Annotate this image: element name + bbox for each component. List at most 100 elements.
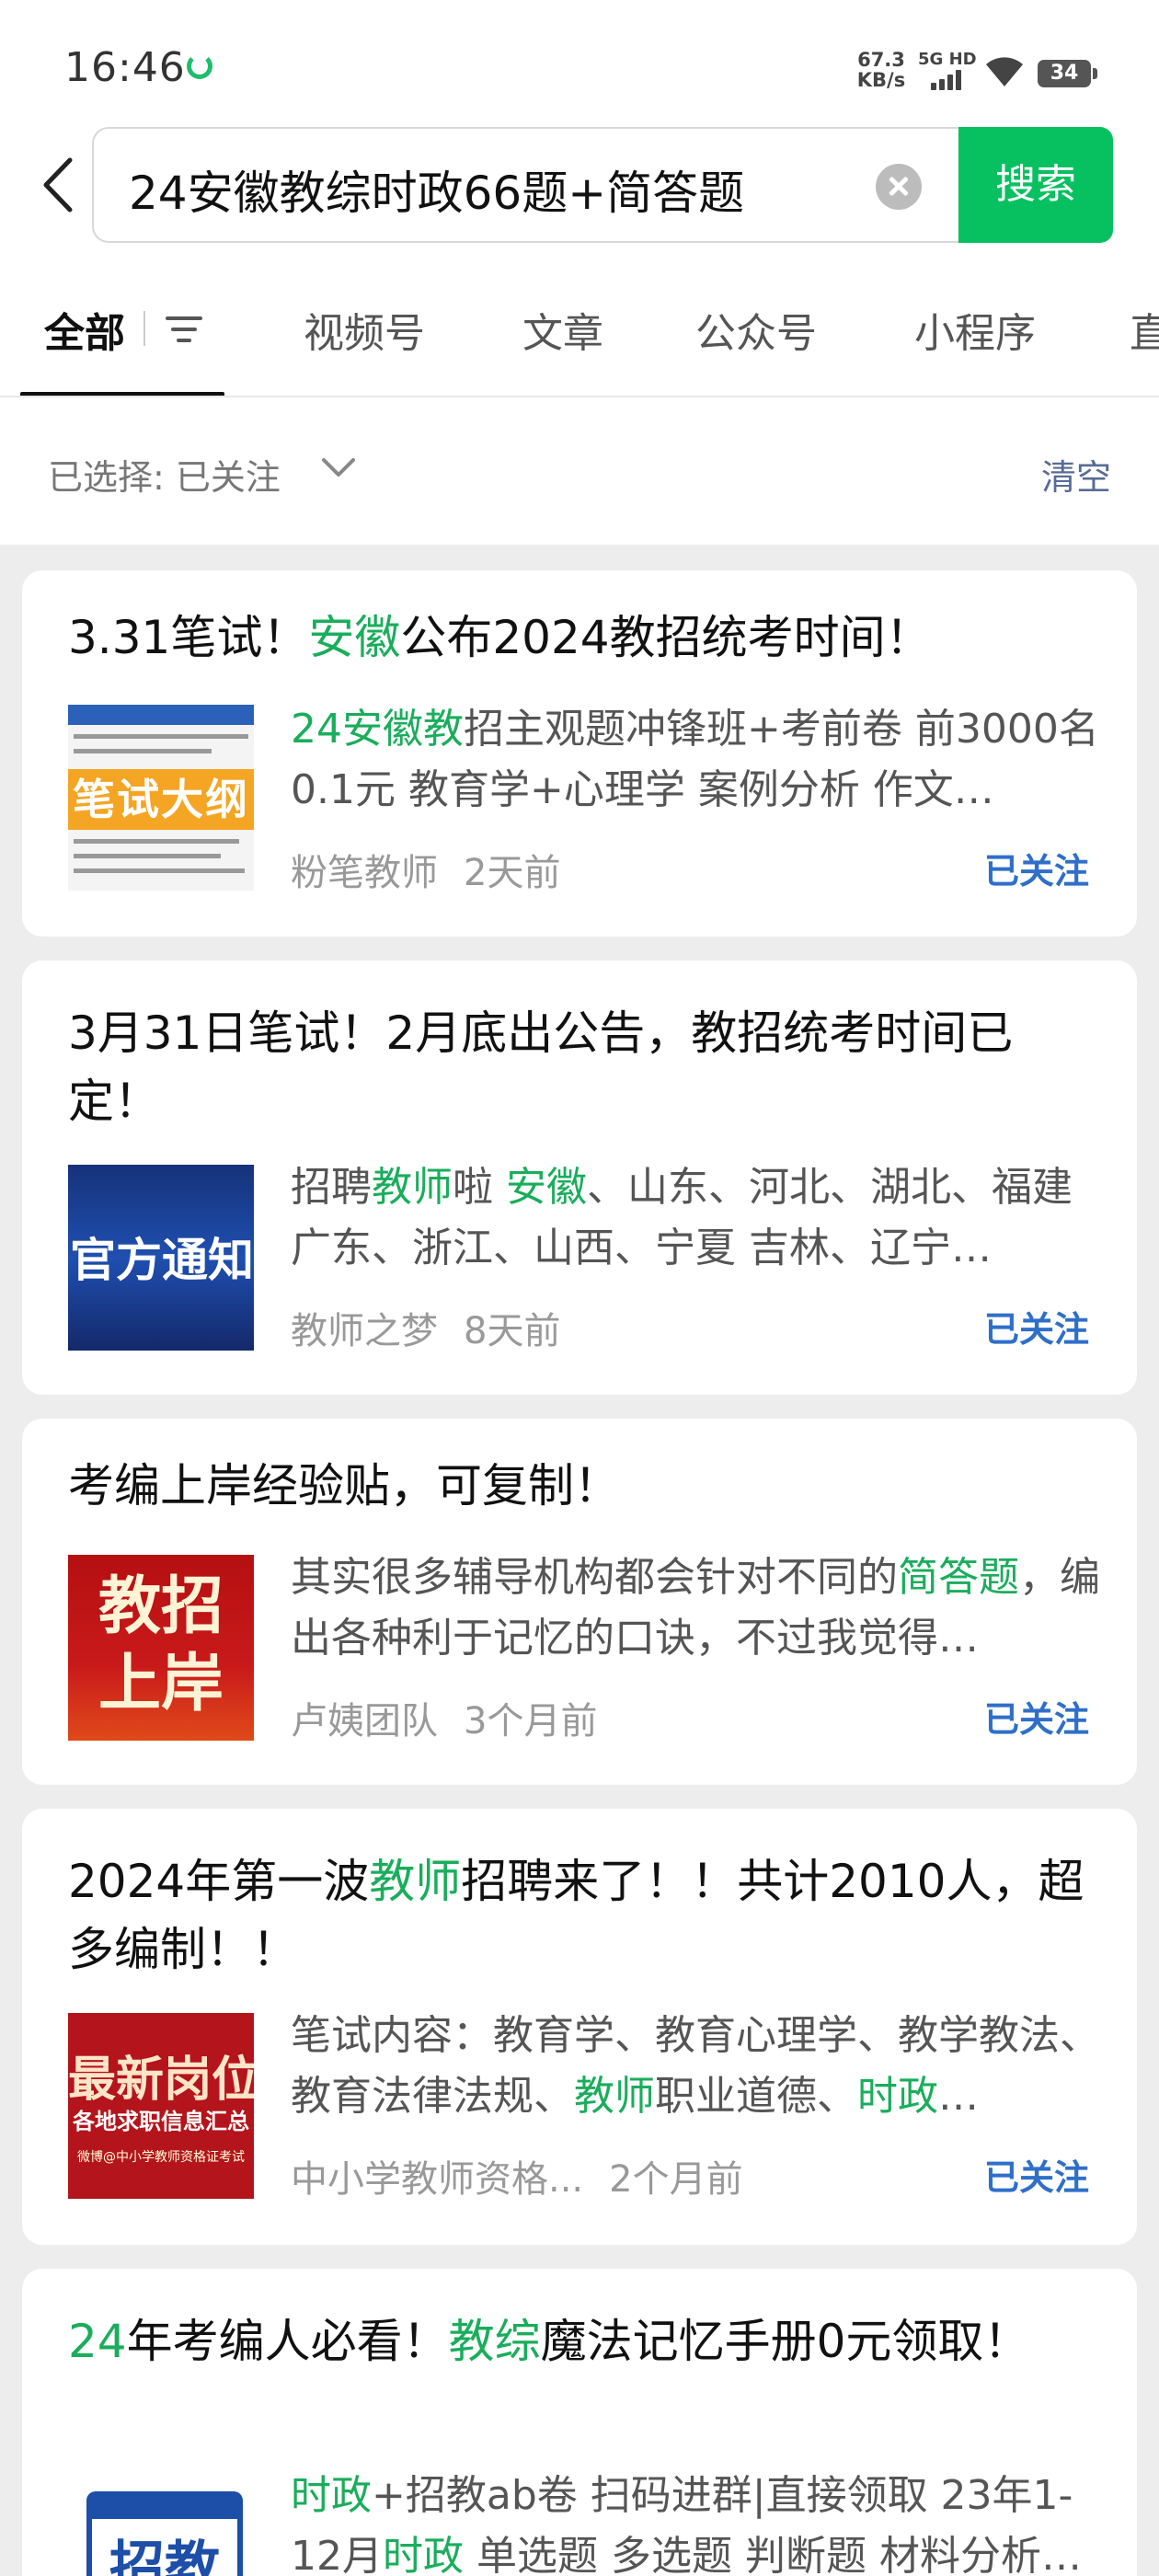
thumbnail-caption: 微博@中小学教师资格证考试	[77, 2150, 245, 2165]
result-title[interactable]: 考编上岸经验贴，可复制！	[68, 1452, 1089, 1520]
snippet-text: 啦	[453, 1164, 506, 1211]
snippet-highlight: 时政	[857, 2073, 938, 2120]
snippet-text: 职业道德、	[655, 2073, 857, 2120]
thumbnail-text-line	[74, 839, 239, 844]
result-thumbnail[interactable]: 最新岗位 各地求职信息汇总 微博@中小学教师资格证考试	[68, 2013, 254, 2199]
result-snippet: 招聘教师啦 安徽、山东、河北、湖北、福建 广东、浙江、山西、宁夏 吉林、辽宁…	[291, 1157, 1109, 1279]
filter-label: 已选择:	[48, 457, 165, 498]
snippet-highlight: 安徽	[506, 1164, 587, 1211]
search-query[interactable]: 24安徽教综时政66题+简答题	[129, 156, 744, 223]
result-card[interactable]: 3月31日笔试！2月底出公告，教招统考时间已定！ 官方通知 招聘教师啦 安徽、山…	[22, 960, 1137, 1395]
publish-time: 3个月前	[464, 1700, 598, 1742]
result-snippet: 时政+招教ab卷 扫码进群|直接领取 23年1-12月时政 单选题 多选题 判断…	[291, 2466, 1109, 2576]
snippet-text: …	[938, 2073, 979, 2120]
title-text: 考编上岸经验贴，可复制！	[68, 1459, 620, 1512]
title-highlight: 教师	[369, 1855, 462, 1908]
battery-level: 34	[1050, 62, 1079, 85]
result-snippet: 24安徽教招主观题冲锋班+考前卷 前3000名0.1元 教育学+心理学 案例分析…	[291, 699, 1109, 821]
publish-time: 8天前	[464, 1310, 561, 1352]
search-input[interactable]: 24安徽教综时政66题+简答题	[92, 127, 958, 243]
result-meta: 卢姨团队 3个月前	[291, 1691, 597, 1744]
snippet-text: 其实很多辅导机构都会针对不同的	[291, 1554, 898, 1601]
filter-icon[interactable]	[162, 311, 206, 348]
thumbnail-title: 招教	[109, 2536, 220, 2576]
thumbnail-text-line	[74, 868, 245, 873]
result-thumbnail[interactable]: 教招 上岸	[68, 1555, 254, 1741]
thumbnail-title: 官方通知	[70, 1234, 254, 1287]
thumbnail-text-line	[74, 749, 212, 753]
filter-value[interactable]: 已关注	[176, 457, 281, 498]
tab-more[interactable]: 直	[1130, 300, 1159, 359]
result-title[interactable]: 24年考编人必看！教综魔法记忆手册0元领取！	[68, 2307, 1089, 2375]
title-highlight: 教综	[448, 2315, 541, 2368]
followed-badge: 已关注	[983, 1699, 1089, 1740]
title-text: 年考编人必看！	[126, 2315, 449, 2368]
search-button[interactable]: 搜索	[958, 127, 1113, 243]
result-card[interactable]: 3.31笔试！安徽公布2024教招统考时间！ 笔试大纲 24安徽教招主观题冲锋班…	[22, 570, 1137, 937]
sync-icon	[187, 53, 212, 79]
title-text: 2024年第一波	[68, 1855, 370, 1908]
back-arrow-icon[interactable]	[37, 155, 81, 215]
result-thumbnail[interactable]: 招教	[68, 2473, 254, 2576]
tab-separator	[143, 311, 145, 346]
thumbnail-title-line: 教招	[98, 1570, 224, 1643]
thumbnail-subtitle: 各地求职信息汇总	[73, 2109, 249, 2134]
tab-mini-programs[interactable]: 小程序	[914, 300, 1036, 359]
clear-icon[interactable]	[876, 164, 922, 210]
thumbnail-title: 教招 上岸	[68, 1568, 254, 1722]
snippet-highlight: 24安徽教	[291, 706, 464, 753]
snippet-highlight: 教师	[574, 2073, 655, 2120]
snippet-text: 单选题 多选题 判断题 材料分析…	[464, 2533, 1082, 2576]
snippet-highlight: 简答题	[898, 1554, 1019, 1601]
clock: 16:46	[64, 44, 186, 91]
tab-channels[interactable]: 视频号	[304, 300, 425, 359]
account-name[interactable]: 粉笔教师	[291, 852, 438, 894]
followed-badge: 已关注	[983, 2157, 1089, 2198]
result-meta: 中小学教师资格... 2个月前	[291, 2149, 743, 2202]
thumbnail-header	[86, 2491, 243, 2519]
tab-articles[interactable]: 文章	[522, 300, 603, 359]
result-card[interactable]: 2024年第一波教师招聘来了！！共计2010人，超多编制！！ 最新岗位 各地求职…	[22, 1809, 1137, 2245]
result-title[interactable]: 3月31日笔试！2月底出公告，教招统考时间已定！	[68, 999, 1089, 1135]
signal-icon	[931, 70, 964, 90]
battery-icon: 34	[1038, 60, 1097, 87]
result-card[interactable]: 考编上岸经验贴，可复制！ 教招 上岸 其实很多辅导机构都会针对不同的简答题，编出各…	[22, 1419, 1137, 1785]
result-thumbnail[interactable]: 笔试大纲	[68, 705, 254, 891]
snippet-text: 招聘	[291, 1164, 372, 1211]
account-name[interactable]: 教师之梦	[291, 1310, 438, 1352]
followed-badge: 已关注	[983, 851, 1089, 891]
clear-filter-button[interactable]: 清空	[1041, 449, 1111, 500]
title-text: 3.31笔试！	[68, 611, 309, 664]
filter-selector[interactable]: 已选择: 已关注	[48, 449, 281, 500]
network-speed-unit: KB/s	[856, 69, 906, 91]
thumbnail-banner	[68, 705, 254, 725]
result-title[interactable]: 2024年第一波教师招聘来了！！共计2010人，超多编制！！	[68, 1847, 1089, 1984]
chevron-down-icon[interactable]	[320, 453, 357, 480]
thumbnail-text-line	[74, 854, 221, 858]
snippet-highlight: 教师	[372, 1164, 453, 1211]
wifi-icon	[986, 57, 1023, 86]
title-highlight: 24	[68, 2315, 127, 2368]
account-name[interactable]: 中小学教师资格...	[291, 2158, 583, 2201]
thumbnail-title: 最新岗位	[68, 2053, 254, 2108]
tab-official-accounts[interactable]: 公众号	[695, 300, 817, 359]
result-card[interactable]: 24年考编人必看！教综魔法记忆手册0元领取！ 招教 时政+招教ab卷 扫码进群|…	[22, 2269, 1137, 2576]
publish-time: 2个月前	[609, 2158, 743, 2201]
result-meta: 粉笔教师 2天前	[291, 843, 560, 896]
result-meta: 教师之梦 8天前	[291, 1301, 560, 1354]
account-name[interactable]: 卢姨团队	[291, 1700, 438, 1742]
title-highlight: 安徽	[308, 611, 401, 664]
result-title[interactable]: 3.31笔试！安徽公布2024教招统考时间！	[68, 604, 1089, 672]
filter-row: 已选择: 已关注 清空	[0, 397, 1159, 545]
network-speed-value: 67.3	[857, 49, 905, 71]
tab-all[interactable]: 全部	[44, 300, 125, 359]
result-snippet: 其实很多辅导机构都会针对不同的简答题，编出各种利于记忆的口诀，不过我觉得…	[291, 1547, 1109, 1669]
result-snippet: 笔试内容：教育学、教育心理学、教学教法、教育法律法规、教师职业道德、时政…	[291, 2006, 1109, 2127]
category-tabs: 全部 视频号 文章 公众号 小程序 直	[0, 285, 1159, 397]
thumbnail-title-line: 上岸	[98, 1647, 224, 1720]
result-thumbnail[interactable]: 官方通知	[68, 1165, 254, 1351]
title-text: 魔法记忆手册0元领取！	[540, 2315, 1030, 2368]
followed-badge: 已关注	[983, 1309, 1089, 1350]
snippet-highlight: 时政	[383, 2533, 464, 2576]
network-type: 5G HD	[918, 50, 977, 69]
